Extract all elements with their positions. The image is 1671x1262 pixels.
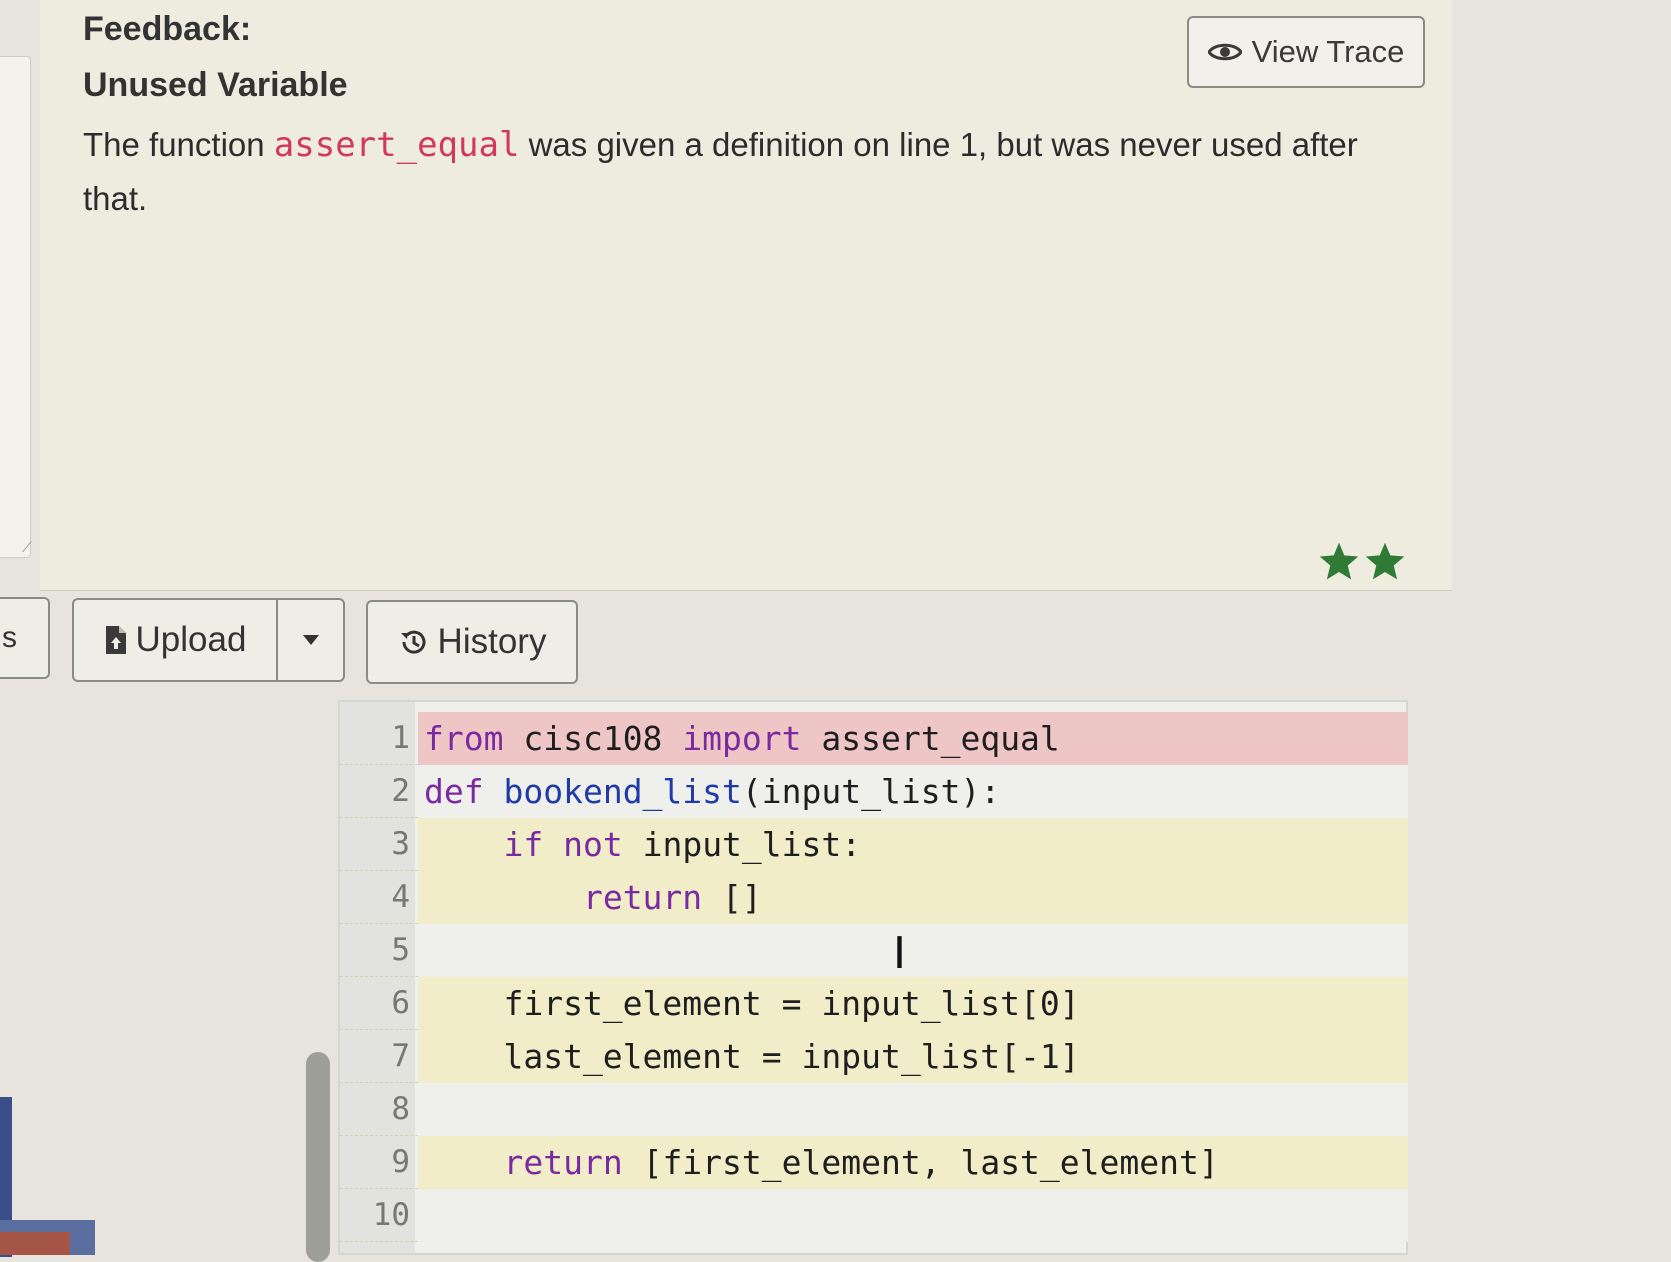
resize-grip-icon[interactable]: ⟋ xyxy=(22,540,36,554)
line-number: 6 xyxy=(391,985,410,1021)
feedback-message-code: assert_equal xyxy=(273,125,520,165)
line-number: 4 xyxy=(391,879,410,915)
feedback-heading: Feedback: xyxy=(83,10,252,48)
line-text: return [] xyxy=(418,871,1408,924)
line-text xyxy=(418,1083,1408,1136)
file-upload-icon xyxy=(105,626,126,654)
code-line[interactable]: 10 xyxy=(340,1189,1408,1242)
history-icon xyxy=(400,630,426,654)
code-line[interactable]: 8 xyxy=(340,1083,1408,1136)
code-line[interactable]: 7 last_element = input_list[-1] xyxy=(340,1030,1408,1083)
line-number: 1 xyxy=(391,720,410,756)
text-cursor-icon: I xyxy=(893,928,906,979)
toolbar-partial-button[interactable]: s xyxy=(0,597,50,679)
rating-stars xyxy=(1318,540,1406,582)
code-line[interactable]: 1 from cisc108 import assert_equal xyxy=(340,712,1408,765)
line-number: 2 xyxy=(391,773,410,809)
code-line[interactable]: 6 first_element = input_list[0] xyxy=(340,977,1408,1030)
sidebar-block-accent xyxy=(0,1232,70,1255)
line-text: def bookend_list(input_list): xyxy=(418,765,1408,818)
line-text: from cisc108 import assert_equal xyxy=(418,712,1408,765)
feedback-title: Unused Variable xyxy=(83,66,348,104)
view-trace-label: View Trace xyxy=(1251,34,1405,69)
code-line[interactable]: 9 return [first_element, last_element] xyxy=(340,1136,1408,1189)
line-number: 3 xyxy=(391,826,410,862)
code-line[interactable]: 4 return [] xyxy=(340,871,1408,924)
history-label: History xyxy=(437,622,547,661)
line-text xyxy=(418,1189,1408,1242)
line-number: 9 xyxy=(391,1144,410,1180)
view-trace-button[interactable]: View Trace xyxy=(1187,16,1425,88)
caret-down-icon xyxy=(302,635,319,645)
line-number: 8 xyxy=(391,1091,410,1127)
line-text: first_element = input_list[0] xyxy=(418,977,1408,1030)
code-line[interactable]: 2 def bookend_list(input_list): xyxy=(340,765,1408,818)
star-icon xyxy=(1365,542,1405,580)
upload-button-group: Upload xyxy=(72,598,345,682)
feedback-message-prefix: The function xyxy=(83,126,274,163)
upload-button[interactable]: Upload xyxy=(74,600,278,680)
eye-icon xyxy=(1207,43,1242,61)
line-number: 10 xyxy=(372,1197,410,1233)
answer-textarea[interactable] xyxy=(0,56,31,558)
line-text: last_element = input_list[-1] xyxy=(418,1030,1408,1083)
upload-dropdown-toggle[interactable] xyxy=(278,600,343,680)
scrollbar-thumb[interactable] xyxy=(306,1052,330,1262)
code-line[interactable]: 3 if not input_list: xyxy=(340,818,1408,871)
line-number: 7 xyxy=(391,1038,410,1074)
code-editor[interactable]: 1 from cisc108 import assert_equal 2 def… xyxy=(338,700,1408,1255)
line-text: if not input_list: xyxy=(418,818,1408,871)
star-icon xyxy=(1319,542,1359,580)
code-line[interactable]: 5 xyxy=(340,924,1408,977)
upload-label: Upload xyxy=(135,620,247,659)
line-number: 5 xyxy=(391,932,410,968)
feedback-message: The function assert_equal was given a de… xyxy=(83,118,1403,226)
line-text xyxy=(418,924,1408,977)
line-text: return [first_element, last_element] xyxy=(418,1136,1408,1189)
history-button[interactable]: History xyxy=(366,600,578,684)
